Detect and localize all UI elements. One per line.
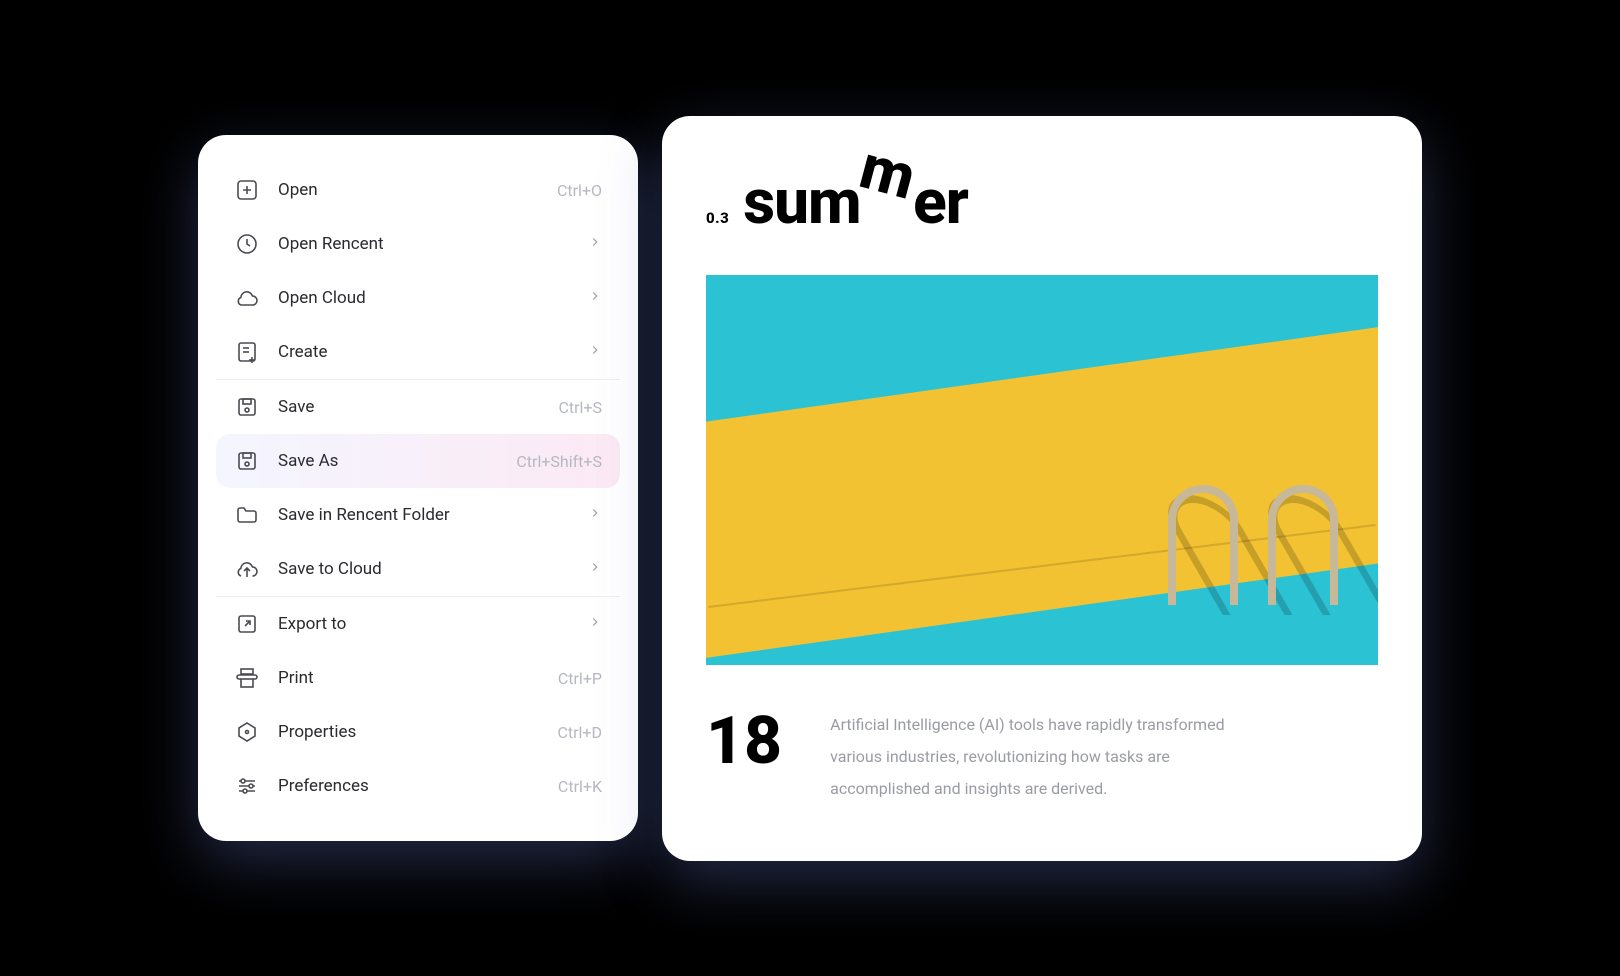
chevron-right-icon	[588, 234, 602, 254]
menu-item-export-to[interactable]: Export to	[216, 597, 620, 651]
menu-item-shortcut: Ctrl+P	[558, 669, 602, 688]
save-as-icon	[234, 448, 260, 474]
menu-item-open[interactable]: Open Ctrl+O	[216, 163, 620, 217]
menu-item-create[interactable]: Create	[216, 325, 620, 379]
menu-item-properties[interactable]: Properties Ctrl+D	[216, 705, 620, 759]
cloud-upload-icon	[234, 556, 260, 582]
heading-title: summer	[743, 166, 968, 239]
menu-item-shortcut: Ctrl+O	[557, 181, 602, 200]
menu-item-label: Save in Rencent Folder	[278, 505, 570, 525]
chevron-right-icon	[588, 559, 602, 579]
menu-item-label: Open Cloud	[278, 288, 570, 308]
menu-item-label: Export to	[278, 614, 570, 634]
menu-item-label: Print	[278, 668, 540, 688]
folder-icon	[234, 502, 260, 528]
hexagon-icon	[234, 719, 260, 745]
chevron-right-icon	[588, 614, 602, 634]
plus-square-icon	[234, 177, 260, 203]
document-heading: 0.3 summer	[706, 166, 1378, 239]
document-footer: 18 Artificial Intelligence (AI) tools ha…	[706, 709, 1378, 805]
menu-item-label: Save to Cloud	[278, 559, 570, 579]
chevron-right-icon	[588, 505, 602, 525]
export-icon	[234, 611, 260, 637]
menu-item-shortcut: Ctrl+S	[558, 398, 602, 417]
menu-item-open-rencent[interactable]: Open Rencent	[216, 217, 620, 271]
cloud-icon	[234, 285, 260, 311]
print-icon	[234, 665, 260, 691]
menu-item-label: Create	[278, 342, 570, 362]
menu-item-label: Open	[278, 180, 539, 200]
menu-item-shortcut: Ctrl+K	[558, 777, 602, 796]
sliders-icon	[234, 773, 260, 799]
document-preview-panel: 0.3 summer 18 Artificial Intelligence (A…	[662, 116, 1422, 861]
menu-item-save-in-rencent-folder[interactable]: Save in Rencent Folder	[216, 488, 620, 542]
file-plus-icon	[234, 339, 260, 365]
menu-item-shortcut: Ctrl+D	[557, 723, 602, 742]
menu-item-save-to-cloud[interactable]: Save to Cloud	[216, 542, 620, 596]
menu-item-print[interactable]: Print Ctrl+P	[216, 651, 620, 705]
menu-item-save-as[interactable]: Save As Ctrl+Shift+S	[216, 434, 620, 488]
menu-item-save[interactable]: Save Ctrl+S	[216, 380, 620, 434]
menu-item-shortcut: Ctrl+Shift+S	[516, 452, 602, 471]
page-number: 18	[706, 709, 782, 775]
menu-item-label: Properties	[278, 722, 539, 742]
save-icon	[234, 394, 260, 420]
chevron-right-icon	[588, 342, 602, 362]
clock-icon	[234, 231, 260, 257]
menu-item-label: Preferences	[278, 776, 540, 796]
chevron-right-icon	[588, 288, 602, 308]
pool-illustration	[706, 275, 1378, 665]
file-menu-panel: Open Ctrl+O Open Rencent Open Cloud Create Sa…	[198, 135, 638, 841]
menu-item-open-cloud[interactable]: Open Cloud	[216, 271, 620, 325]
menu-item-preferences[interactable]: Preferences Ctrl+K	[216, 759, 620, 813]
menu-item-label: Save As	[278, 451, 498, 471]
heading-index: 0.3	[706, 209, 729, 227]
body-text: Artificial Intelligence (AI) tools have …	[830, 709, 1250, 805]
menu-item-label: Open Rencent	[278, 234, 570, 254]
menu-item-label: Save	[278, 397, 540, 417]
